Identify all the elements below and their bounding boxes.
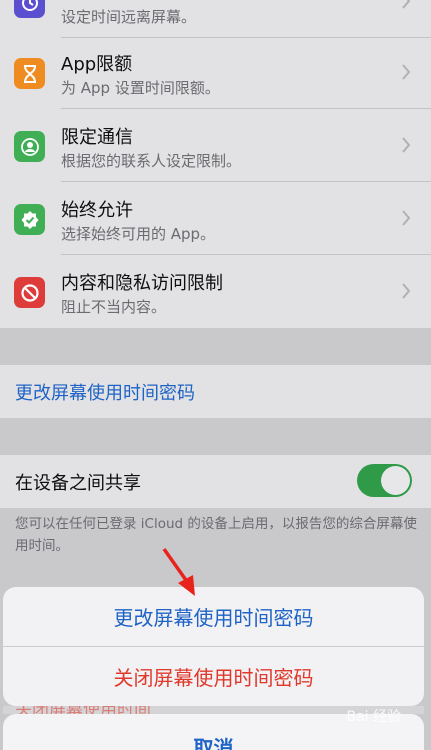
- chevron-right-icon: [402, 137, 411, 153]
- restriction-icon: [14, 277, 45, 308]
- watermark: Bai 经验: [346, 709, 401, 725]
- row-subtitle: 根据您的联系人设定限制。: [61, 152, 242, 170]
- chevron-right-icon: [402, 283, 411, 299]
- share-toggle[interactable]: [357, 464, 412, 497]
- downtime-icon: [14, 0, 45, 18]
- row-title: 内容和隐私访问限制: [61, 273, 223, 294]
- chevron-right-icon: [402, 210, 411, 226]
- row-subtitle: 选择始终可用的 App。: [61, 225, 216, 243]
- row-subtitle: 阻止不当内容。: [61, 298, 167, 316]
- change-passcode-row[interactable]: 更改屏幕使用时间密码: [0, 365, 431, 418]
- toggle-knob: [381, 466, 410, 495]
- action-sheet: 更改屏幕使用时间密码 关闭屏幕使用时间密码: [3, 587, 424, 706]
- settings-row-app-limits[interactable]: App限额 为 App 设置时间限额。: [0, 36, 431, 109]
- settings-row-always-allowed[interactable]: 始终允许 选择始终可用的 App。: [0, 182, 431, 255]
- row-title: 限定通信: [61, 127, 133, 148]
- settings-group: 设定时间远离屏幕。 App限额 为 App 设置时间限额。 限定通信 根据您的联…: [0, 0, 431, 328]
- row-title: App限额: [61, 54, 133, 75]
- turn-off-passcode-button[interactable]: 关闭屏幕使用时间密码: [3, 647, 424, 706]
- share-footnote: 您可以在任何已登录 iCloud 的设备上启用，以报告您的综合屏幕使用时间。: [15, 516, 417, 554]
- settings-row-content-privacy[interactable]: 内容和隐私访问限制 阻止不当内容。: [0, 255, 431, 328]
- chevron-right-icon: [402, 0, 411, 9]
- chevron-right-icon: [402, 64, 411, 80]
- contact-icon: [14, 131, 45, 162]
- row-title: 始终允许: [61, 200, 133, 221]
- settings-row-downtime[interactable]: 设定时间远离屏幕。: [0, 0, 431, 38]
- share-across-devices-row: 在设备之间共享: [0, 455, 431, 508]
- settings-row-communication-limits[interactable]: 限定通信 根据您的联系人设定限制。: [0, 109, 431, 182]
- hourglass-icon: [14, 58, 45, 89]
- check-badge-icon: [14, 204, 45, 235]
- background-turn-off-text: 关闭屏幕使用时间: [15, 706, 151, 714]
- row-subtitle: 设定时间远离屏幕。: [61, 8, 197, 26]
- change-passcode-link[interactable]: 更改屏幕使用时间密码: [15, 379, 195, 405]
- row-subtitle: 为 App 设置时间限额。: [61, 79, 220, 97]
- cancel-label: 取消: [193, 736, 234, 750]
- share-across-devices-label: 在设备之间共享: [15, 473, 141, 494]
- change-passcode-button[interactable]: 更改屏幕使用时间密码: [3, 587, 424, 646]
